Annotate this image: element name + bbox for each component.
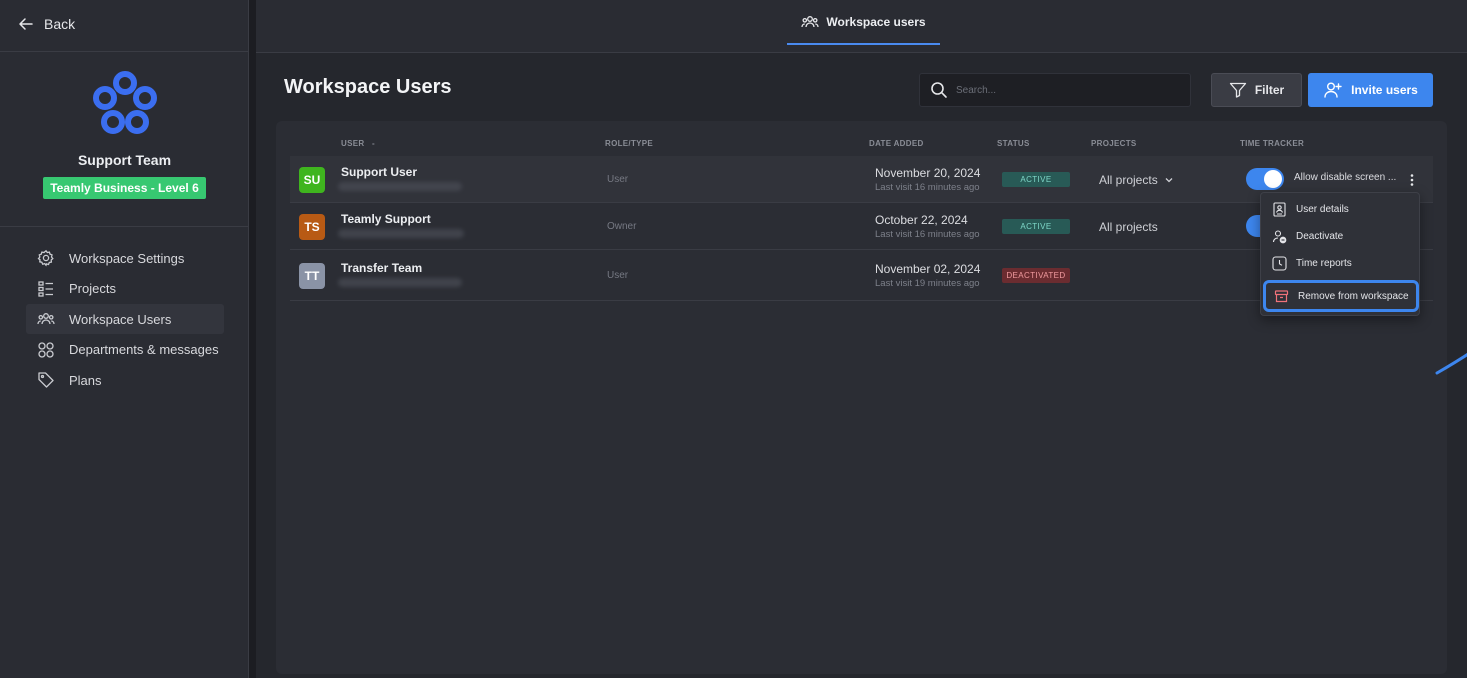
sidebar-item-label: Departments & messages (69, 342, 219, 357)
user-role: User (607, 270, 629, 281)
sidebar-nav: Workspace Settings Projects Workspace Us… (26, 243, 224, 396)
search-icon (931, 82, 947, 98)
row-menu-button[interactable] (1405, 172, 1419, 188)
status-badge: DEACTIVATED (1002, 268, 1070, 283)
column-header-projects: PROJECTS (1091, 139, 1137, 148)
date-added: November 02, 2024 (875, 262, 981, 276)
menu-item-user-details[interactable]: User details (1261, 196, 1421, 223)
status-badge: ACTIVE (1002, 219, 1070, 234)
arrow-left-icon (19, 18, 33, 30)
menu-item-remove-from-workspace[interactable]: Remove from workspace (1263, 280, 1419, 312)
filter-button[interactable]: Filter (1211, 73, 1302, 107)
row-context-menu: User details Deactivate Time reports Rem… (1260, 192, 1420, 316)
invite-users-button[interactable]: Invite users (1308, 73, 1433, 107)
page-title: Workspace Users (284, 76, 452, 98)
sidebar-item-label: Workspace Users (69, 311, 172, 327)
invite-label: Invite users (1351, 83, 1418, 97)
tag-icon (38, 372, 54, 388)
sidebar: Back Support Team Teamly Business - Leve… (0, 0, 249, 678)
user-name: Support User (341, 165, 418, 179)
last-visit: Last visit 16 minutes ago (875, 229, 980, 240)
add-user-icon (1324, 82, 1342, 98)
list-icon (38, 280, 53, 297)
menu-item-time-reports[interactable]: Time reports (1261, 250, 1421, 277)
main-content: Workspace users Workspace Users Filter I… (256, 0, 1467, 678)
status-badge: ACTIVE (1002, 172, 1070, 187)
divider (0, 226, 249, 227)
clock-icon (1272, 256, 1287, 271)
user-name: Teamly Support (341, 212, 431, 226)
users-icon (37, 313, 55, 325)
menu-item-deactivate[interactable]: Deactivate (1261, 223, 1421, 250)
projects-value: All projects (1099, 220, 1158, 234)
user-role: Owner (607, 221, 637, 232)
blurred-email (338, 278, 462, 287)
filter-label: Filter (1254, 83, 1285, 97)
top-bar: Workspace users (256, 0, 1467, 53)
sidebar-item-plans[interactable]: Plans (26, 365, 224, 395)
date-added: October 22, 2024 (875, 213, 968, 227)
user-details-icon (1273, 202, 1286, 217)
tab-label: Workspace users (826, 14, 926, 29)
search-input[interactable] (956, 84, 1176, 96)
gear-icon (37, 249, 54, 267)
date-added: November 20, 2024 (875, 166, 981, 180)
column-header-role: ROLE/TYPE (605, 139, 654, 148)
last-visit: Last visit 16 minutes ago (875, 182, 980, 193)
tab-workspace-users[interactable]: Workspace users (787, 0, 940, 45)
sidebar-item-departments[interactable]: Departments & messages (26, 335, 224, 365)
blurred-email (338, 229, 464, 238)
sidebar-item-projects[interactable]: Projects (26, 274, 224, 304)
user-role: User (607, 174, 629, 185)
sort-indicator: - (372, 139, 375, 148)
chevron-down-icon (1165, 178, 1173, 183)
sidebar-item-label: Plans (69, 372, 102, 388)
grid-icon (38, 341, 54, 358)
column-header-time-tracker: TIME TRACKER (1240, 139, 1305, 148)
sidebar-item-workspace-users[interactable]: Workspace Users (26, 304, 224, 334)
column-header-date-added: DATE ADDED (869, 139, 924, 148)
sidebar-item-label: Projects (69, 281, 116, 296)
last-visit: Last visit 19 minutes ago (875, 278, 980, 289)
column-header-user[interactable]: USER - (341, 139, 375, 148)
avatar: TS (299, 214, 325, 240)
search-box[interactable] (919, 73, 1191, 107)
avatar: SU (299, 167, 325, 193)
projects-value: All projects (1099, 173, 1158, 187)
sidebar-item-workspace-settings[interactable]: Workspace Settings (26, 243, 224, 273)
sidebar-item-label: Workspace Settings (69, 250, 185, 266)
more-vertical-icon (1410, 174, 1414, 186)
divider (0, 51, 249, 52)
filter-icon (1229, 82, 1246, 98)
avatar: TT (299, 263, 325, 289)
back-button[interactable]: Back (18, 16, 75, 32)
back-label: Back (44, 16, 76, 32)
workspace-brand: Support Team Teamly Business - Level 6 (0, 70, 249, 199)
time-tracker-text: Allow disable screen ... (1294, 172, 1397, 183)
projects-dropdown[interactable]: All projects (1099, 173, 1174, 187)
team-name: Support Team (77, 152, 172, 168)
archive-icon (1274, 289, 1289, 302)
time-tracker-toggle[interactable] (1246, 168, 1284, 190)
users-icon (801, 15, 820, 27)
user-minus-icon (1272, 230, 1287, 244)
column-header-status: STATUS (997, 139, 1030, 148)
plan-badge: Teamly Business - Level 6 (43, 177, 206, 199)
blurred-email (338, 182, 462, 191)
team-logo-icon (92, 71, 157, 134)
user-name: Transfer Team (341, 261, 423, 275)
annotation-arrow-icon (1435, 352, 1467, 375)
